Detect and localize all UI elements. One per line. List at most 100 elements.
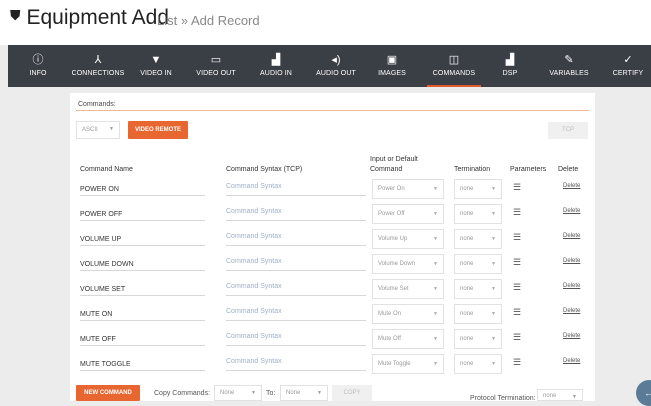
command-name-field[interactable]: POWER OFF [80, 211, 205, 221]
delete-link[interactable]: Delete [563, 183, 580, 189]
table-row: VOLUME DOWN Command Syntax Volume Down ▼ … [76, 253, 586, 275]
to-label: To: [266, 390, 276, 397]
parameters-list-icon[interactable]: ☰ [513, 332, 521, 343]
copy-to-select[interactable]: None ▼ [280, 385, 328, 401]
tab-images[interactable]: ▣ IMAGES [370, 45, 414, 87]
commands-icon: ◫ [448, 54, 460, 66]
chevron-down-icon: ▼ [491, 311, 496, 317]
command-syntax-field[interactable]: Command Syntax [226, 208, 366, 221]
breadcrumb[interactable]: List » Add Record [157, 13, 260, 28]
tab-variables[interactable]: ✎ VARIABLES [546, 45, 592, 87]
command-syntax-field[interactable]: Command Syntax [226, 258, 366, 271]
command-name-field[interactable]: POWER ON [80, 186, 205, 196]
command-name-field[interactable]: VOLUME SET [80, 286, 205, 296]
termination-select[interactable]: none ▼ [454, 279, 502, 299]
termination-select[interactable]: none ▼ [454, 329, 502, 349]
input-command-select[interactable]: Volume Set ▼ [372, 279, 444, 299]
table-row: MUTE TOGGLE Command Syntax Mute Toggle ▼ … [76, 353, 586, 375]
input-command-select[interactable]: Mute Off ▼ [372, 329, 444, 349]
page-title-text: Equipment Add [26, 6, 169, 29]
table-row: POWER OFF Command Syntax Power Off ▼ none… [76, 203, 586, 225]
chevron-down-icon: ▼ [433, 186, 438, 192]
chevron-down-icon: ▼ [433, 261, 438, 267]
termination-select[interactable]: none ▼ [454, 254, 502, 274]
audio-bars-icon: ▟ [271, 54, 281, 66]
back-arrow-button[interactable]: ← [636, 380, 651, 406]
tab-video-in[interactable]: ▼ VIDEO IN [133, 45, 179, 87]
input-command-select[interactable]: Volume Up ▼ [372, 229, 444, 249]
parameters-list-icon[interactable]: ☰ [513, 257, 521, 268]
tab-audio-in[interactable]: ▟ AUDIO IN [251, 45, 301, 87]
delete-link[interactable]: Delete [563, 358, 580, 364]
tab-certify[interactable]: ✓ CERTIFY [608, 45, 648, 87]
shield-icon: ⛊ [10, 7, 21, 23]
delete-link[interactable]: Delete [563, 283, 580, 289]
input-command-select[interactable]: Mute Toggle ▼ [372, 354, 444, 374]
section-divider [76, 110, 589, 111]
tab-video-out[interactable]: ▭ VIDEO OUT [189, 45, 243, 87]
parameters-list-icon[interactable]: ☰ [513, 357, 521, 368]
monitor-icon: ▭ [210, 54, 222, 66]
protocol-termination-select[interactable]: none ▼ [537, 389, 583, 401]
copy-button[interactable]: COPY [332, 385, 372, 401]
tab-connections[interactable]: ⅄ CONNECTIONS [70, 45, 126, 87]
pencil-icon: ✎ [564, 54, 574, 66]
input-command-select[interactable]: Power Off ▼ [372, 204, 444, 224]
commands-panel: Commands: ASCII ▼ VIDEO REMOTE TCP Comman… [70, 93, 595, 402]
termination-select[interactable]: none ▼ [454, 229, 502, 249]
chevron-down-icon: ▼ [433, 286, 438, 292]
termination-select[interactable]: none ▼ [454, 354, 502, 374]
info-icon: ⓘ [32, 54, 44, 66]
delete-link[interactable]: Delete [563, 308, 580, 314]
command-syntax-field[interactable]: Command Syntax [226, 283, 366, 296]
dsp-icon: ▟ [505, 54, 515, 66]
termination-select[interactable]: none ▼ [454, 179, 502, 199]
connections-icon: ⅄ [94, 54, 102, 66]
chevron-down-icon: ▼ [251, 390, 256, 396]
tab-commands[interactable]: ◫ COMMANDS [427, 45, 481, 87]
delete-link[interactable]: Delete [563, 233, 580, 239]
parameters-list-icon[interactable]: ☰ [513, 282, 521, 293]
parameters-list-icon[interactable]: ☰ [513, 182, 521, 193]
command-syntax-field[interactable]: Command Syntax [226, 233, 366, 246]
command-name-field[interactable]: VOLUME UP [80, 236, 205, 246]
command-name-field[interactable]: MUTE ON [80, 311, 205, 321]
delete-link[interactable]: Delete [563, 258, 580, 264]
protocol-select[interactable]: ASCII ▼ [76, 121, 120, 139]
command-syntax-field[interactable]: Command Syntax [226, 308, 366, 321]
tab-info[interactable]: ⓘ INFO [8, 45, 68, 87]
delete-link[interactable]: Delete [563, 208, 580, 214]
column-header-termination: Termination [454, 166, 491, 173]
command-syntax-field[interactable]: Command Syntax [226, 358, 366, 371]
input-command-select[interactable]: Volume Down ▼ [372, 254, 444, 274]
tab-dsp[interactable]: ▟ DSP [496, 45, 524, 87]
command-name-field[interactable]: MUTE OFF [80, 336, 205, 346]
arrow-left-icon: ← [644, 388, 651, 398]
nav-tabs: ⓘ INFO ⅄ CONNECTIONS ▼ VIDEO IN ▭ VIDEO OUT … [8, 45, 651, 87]
command-name-field[interactable]: VOLUME DOWN [80, 261, 205, 271]
termination-select[interactable]: none ▼ [454, 304, 502, 324]
video-remote-button[interactable]: VIDEO REMOTE [128, 121, 188, 139]
parameters-list-icon[interactable]: ☰ [513, 307, 521, 318]
termination-select[interactable]: none ▼ [454, 204, 502, 224]
input-command-select[interactable]: Power On ▼ [372, 179, 444, 199]
input-command-select[interactable]: Mute On ▼ [372, 304, 444, 324]
command-syntax-field[interactable]: Command Syntax [226, 183, 366, 196]
copy-from-select[interactable]: None ▼ [214, 385, 262, 401]
command-name-field[interactable]: MUTE TOGGLE [80, 361, 205, 371]
chevron-down-icon: ▼ [491, 286, 496, 292]
tab-audio-out[interactable]: ◂) AUDIO OUT [306, 45, 366, 87]
parameters-list-icon[interactable]: ☰ [513, 232, 521, 243]
chevron-down-icon: ▼ [109, 126, 114, 132]
parameters-list-icon[interactable]: ☰ [513, 207, 521, 218]
chevron-down-icon: ▼ [491, 236, 496, 242]
chevron-down-icon: ▼ [317, 390, 322, 396]
chevron-down-icon: ▼ [491, 261, 496, 267]
tcp-button[interactable]: TCP [548, 122, 588, 139]
new-command-button[interactable]: NEW COMMAND [76, 385, 140, 401]
chevron-down-icon: ▼ [433, 311, 438, 317]
chevron-down-icon: ▼ [433, 336, 438, 342]
command-syntax-field[interactable]: Command Syntax [226, 333, 366, 346]
top-header: ⛊ Equipment Add List » Add Record [0, 0, 651, 45]
delete-link[interactable]: Delete [563, 333, 580, 339]
